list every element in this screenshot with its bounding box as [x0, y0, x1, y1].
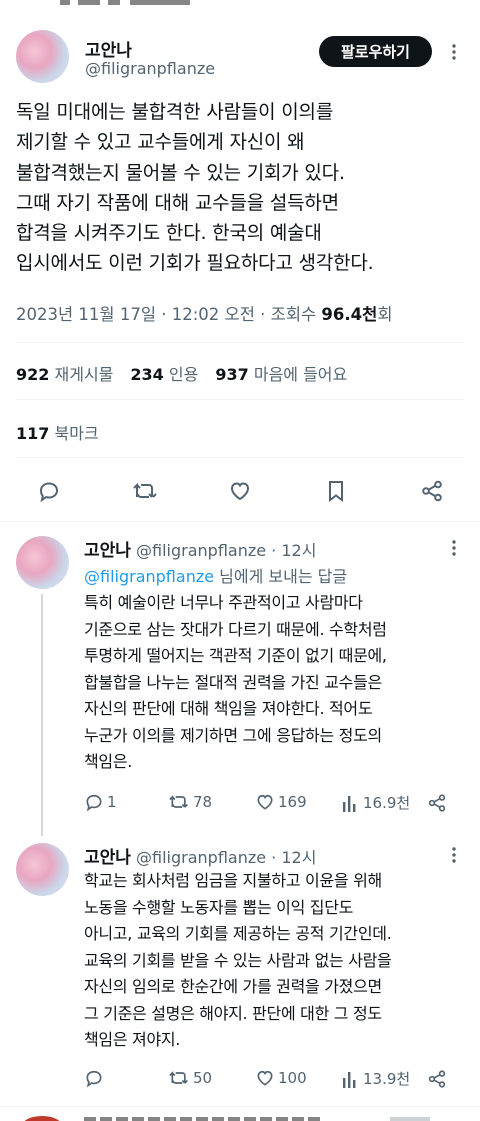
- reply-button[interactable]: 1: [84, 792, 117, 812]
- views-button[interactable]: 16.9천: [342, 792, 410, 813]
- like-button[interactable]: 169: [255, 792, 307, 812]
- reply-to-handle[interactable]: @filigranpflanze: [84, 567, 214, 586]
- reply-header: 고안나 @filigranpflanze · 12시: [84, 536, 316, 561]
- repost-count: 78: [193, 793, 213, 811]
- like-icon: [257, 1070, 273, 1086]
- timestamp-text: 2023년 11월 17일 · 12:02 오전 · 조회수: [16, 305, 322, 324]
- views-icon: [343, 1071, 356, 1088]
- reply-to-line: @filigranpflanze 님에게 보내는 답글: [84, 563, 347, 587]
- share-icon[interactable]: [426, 792, 448, 814]
- tweet-line: 입시에서도 이런 기회가 필요하다고 생각한다.: [16, 252, 374, 275]
- view-suffix: 회: [377, 305, 393, 324]
- divider: [0, 1106, 480, 1107]
- bookmarks-count: 117: [16, 424, 50, 443]
- likes-label: 마음에 들어요: [253, 365, 348, 384]
- reply-to-suffix: 님에게 보내는 답글: [214, 567, 348, 586]
- view-count: 96.4천: [321, 305, 378, 324]
- next-tweet-cutoff: [0, 1114, 480, 1121]
- follow-button[interactable]: 팔로우하기: [319, 36, 432, 67]
- bookmarks-stat[interactable]: 117 북마크: [16, 420, 99, 444]
- reply-line: 책임은 져야지.: [84, 1030, 181, 1049]
- reply-count: 1: [107, 793, 117, 811]
- reposts-stat[interactable]: 922 재게시물: [16, 361, 113, 385]
- thread-line: [41, 594, 43, 836]
- reply-author-name[interactable]: 고안나: [84, 848, 131, 868]
- repost-count: 50: [193, 1069, 213, 1087]
- divider: [16, 399, 464, 400]
- bookmarks-label: 북마크: [54, 424, 99, 443]
- tweet-line: 그때 자기 작품에 대해 교수들을 설득하면: [16, 191, 339, 214]
- like-icon: [257, 794, 273, 810]
- reply-icon[interactable]: [34, 476, 64, 506]
- avatar[interactable]: [16, 30, 69, 83]
- more-options-icon[interactable]: [444, 40, 464, 64]
- quotes-label: 인용: [168, 365, 199, 384]
- reply-body: 특히 예술이란 너무나 주관적이고 사람마다 기준으로 삼는 잣대가 다르기 때…: [84, 590, 469, 776]
- view-count: 16.9천: [363, 794, 411, 812]
- repost-icon[interactable]: [130, 476, 160, 506]
- tweet-line: 합격을 시켜주기도 한다. 한국의 예술대: [16, 222, 322, 245]
- views-icon: [343, 795, 356, 812]
- like-button[interactable]: 100: [255, 1068, 307, 1088]
- repost-icon: [169, 794, 188, 808]
- reply-line: 합불합을 나누는 절대적 권력을 가진 교수들은: [84, 672, 382, 692]
- likes-stat[interactable]: 937 마음에 들어요: [215, 361, 347, 385]
- reply-icon: [86, 1070, 102, 1088]
- like-count: 169: [278, 793, 307, 811]
- reply-line: 투명하게 떨어지는 객관적 기준이 없기 때문에,: [84, 646, 387, 665]
- reply-line: 자신의 판단에 대해 책임을 져야한다. 적어도: [84, 699, 373, 718]
- views-button[interactable]: 13.9천: [342, 1068, 410, 1089]
- divider: [16, 457, 464, 458]
- author-name[interactable]: 고안나: [85, 36, 132, 61]
- reply-line: 특히 예술이란 너무나 주관적이고 사람마다: [84, 593, 363, 612]
- reply-line: 기준으로 삼는 잣대가 다르기 때문에. 수학처럼: [84, 619, 387, 639]
- tweet-timestamp[interactable]: 2023년 11월 17일 · 12:02 오전 · 조회수 96.4천회: [16, 301, 393, 325]
- reply-line: 아니고, 교육의 기회를 제공하는 공적 기간인데.: [84, 924, 392, 943]
- reposts-label: 재게시물: [54, 365, 114, 384]
- reply-line: 누군가 이의를 제기하면 그에 응답하는 정도의: [84, 725, 382, 745]
- divider: [16, 342, 464, 343]
- reply-body: 학교는 회사처럼 임금을 지불하고 이윤을 위해 노동을 수행할 노동자를 뽑는…: [84, 868, 469, 1054]
- tweet-line: 독일 미대에는 불합격한 사람들이 이의를: [16, 101, 334, 123]
- previous-tweet-cutoff: [0, 0, 480, 10]
- share-icon[interactable]: [417, 476, 447, 506]
- quotes-stat[interactable]: 234 인용: [130, 361, 198, 385]
- reply-author-name[interactable]: 고안나: [84, 541, 131, 561]
- reply-line: 노동을 수행할 노동자를 뽑는 이익 집단도: [84, 897, 354, 917]
- reposts-count: 922: [16, 365, 50, 384]
- reply-author-handle[interactable]: @filigranpflanze · 12시: [136, 848, 316, 867]
- reply-header: 고안나 @filigranpflanze · 12시: [84, 843, 316, 868]
- engagement-stats: 922 재게시물 234 인용 937 마음에 들어요: [16, 361, 347, 385]
- avatar[interactable]: [16, 536, 69, 589]
- share-icon[interactable]: [426, 1068, 448, 1090]
- author-handle[interactable]: @filigranpflanze: [85, 59, 215, 78]
- likes-count: 937: [215, 365, 249, 384]
- like-icon[interactable]: [225, 476, 255, 506]
- reply-button[interactable]: [84, 1068, 107, 1088]
- reply-line: 학교는 회사처럼 임금을 지불하고 이윤을 위해: [84, 871, 382, 890]
- view-count: 13.9천: [363, 1070, 411, 1088]
- repost-icon: [169, 1070, 188, 1084]
- more-options-icon[interactable]: [446, 538, 462, 558]
- reply-line: 교육의 기회를 받을 수 있는 사람과 없는 사람을: [84, 950, 392, 970]
- tweet-line: 제기할 수 있고 교수들에게 자신이 왜: [16, 131, 305, 154]
- more-options-icon[interactable]: [446, 845, 462, 865]
- reply-line: 자신의 임의로 한순간에 가를 권력을 가졌으면: [84, 977, 382, 996]
- reply-author-handle[interactable]: @filigranpflanze · 12시: [136, 541, 316, 560]
- like-count: 100: [278, 1069, 307, 1087]
- reply-line: 책임은.: [84, 752, 133, 771]
- divider: [0, 521, 480, 522]
- repost-button[interactable]: 50: [168, 1068, 212, 1088]
- quotes-count: 234: [130, 365, 164, 384]
- bookmark-icon[interactable]: [321, 476, 351, 506]
- tweet-line: 불합격했는지 물어볼 수 있는 기회가 있다.: [16, 161, 345, 184]
- repost-button[interactable]: 78: [168, 792, 212, 812]
- avatar[interactable]: [16, 843, 69, 896]
- reply-line: 그 기준은 설명은 해야지. 판단에 대한 그 정도: [84, 1003, 382, 1023]
- reply-icon: [86, 794, 102, 812]
- tweet-body: 독일 미대에는 불합격한 사람들이 이의를 제기할 수 있고 교수들에게 자신이…: [16, 97, 466, 279]
